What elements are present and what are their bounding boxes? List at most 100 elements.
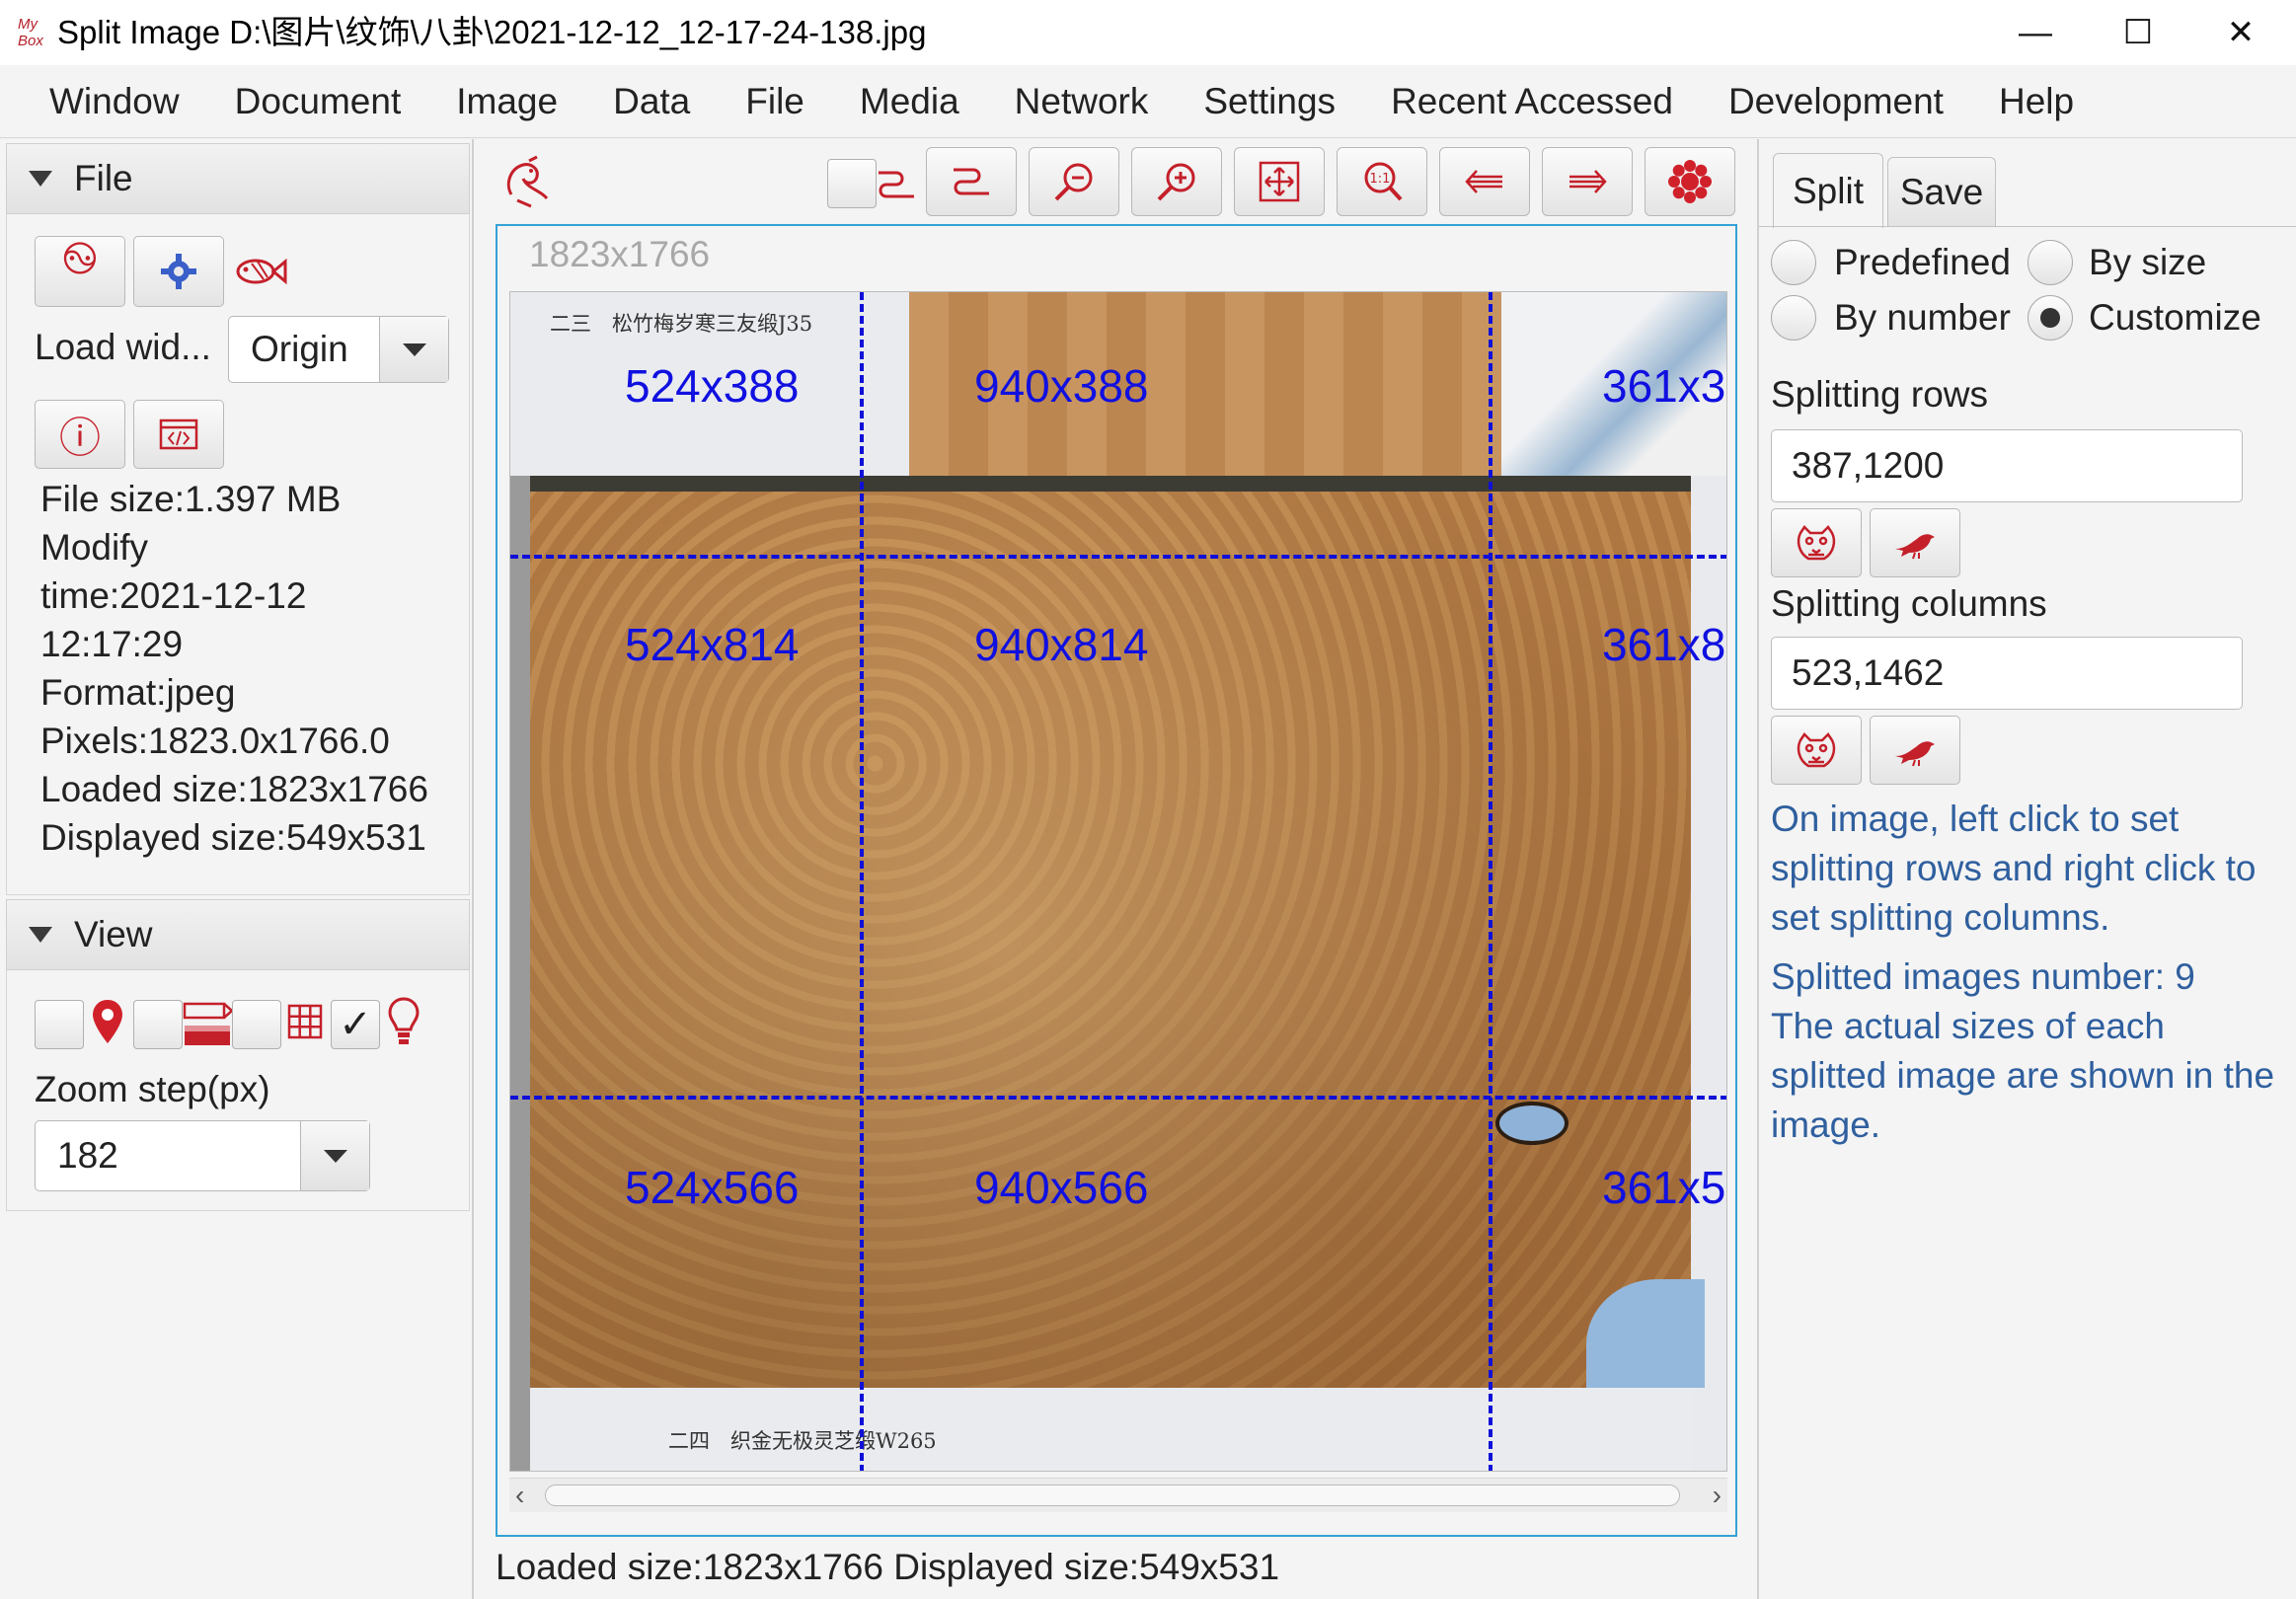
zoom-step-value: 182 bbox=[57, 1135, 118, 1176]
split-column-line bbox=[1489, 292, 1492, 1471]
image-canvas[interactable]: 二三 松竹梅岁寒三友缎J35 二四 织金无极灵芝缎W265 524x388 94… bbox=[509, 291, 1727, 1472]
tab-split[interactable]: Split bbox=[1773, 153, 1883, 228]
tab-divider bbox=[1759, 226, 2296, 227]
radio-by-size[interactable] bbox=[2028, 240, 2073, 285]
file-section-body: ࿊ Load wid... Origin ⓘ File size:1.397 M… bbox=[6, 214, 470, 895]
zoom-in-icon bbox=[1157, 163, 1195, 201]
view-section-title: View bbox=[74, 914, 153, 954]
location-pin-icon bbox=[90, 998, 129, 1051]
close-button[interactable]: ✕ bbox=[2189, 0, 2292, 65]
menu-recent-accessed[interactable]: Recent Accessed bbox=[1363, 65, 1701, 138]
menu-image[interactable]: Image bbox=[428, 65, 585, 138]
app-logo: My Box bbox=[18, 16, 43, 49]
arrow-left-icon bbox=[1465, 170, 1502, 193]
scroll-left-icon[interactable]: ‹ bbox=[515, 1479, 524, 1512]
menu-file[interactable]: File bbox=[718, 65, 832, 138]
center-pane: 1:1 1823x1766 二三 松竹梅岁寒三友缎J35 二四 织金无极灵芝缎W… bbox=[480, 139, 1753, 1599]
split-row-line bbox=[510, 1096, 1726, 1100]
code-window-icon bbox=[159, 419, 198, 450]
photo-left-edge bbox=[510, 476, 530, 1471]
tiger-face-icon bbox=[1797, 525, 1836, 561]
light-checkbox[interactable]: ✓ bbox=[331, 1000, 380, 1049]
grid-checkbox[interactable] bbox=[232, 1000, 281, 1049]
fit-window-button[interactable] bbox=[1234, 147, 1325, 216]
menu-window[interactable]: Window bbox=[22, 65, 207, 138]
menu-bar: Window Document Image Data File Media Ne… bbox=[0, 65, 2296, 138]
menu-media[interactable]: Media bbox=[832, 65, 987, 138]
view-section-body: ✓ Zoom step(px) 182 bbox=[6, 970, 470, 1211]
left-pane: File ࿊ Load wid... Origin ⓘ File size:1.… bbox=[0, 139, 474, 1599]
menu-flower-button[interactable] bbox=[1645, 147, 1735, 216]
list-options-button[interactable] bbox=[926, 147, 1017, 216]
displayed-size-text: Displayed size:549x531 bbox=[40, 817, 426, 858]
fish-icon[interactable] bbox=[230, 244, 289, 299]
menu-help[interactable]: Help bbox=[1971, 65, 2102, 138]
flower-icon bbox=[1668, 160, 1712, 203]
cell-size-label: 524x566 bbox=[625, 1162, 800, 1213]
radio-by-size-label[interactable]: By size bbox=[2089, 240, 2206, 285]
splitting-columns-input[interactable]: 523,1462 bbox=[1771, 637, 2243, 710]
photo-caption-top: 二三 松竹梅岁寒三友缎J35 bbox=[550, 312, 813, 336]
rows-apply-button[interactable] bbox=[1870, 508, 1960, 577]
swirl-icon-button[interactable]: ࿊ bbox=[35, 232, 125, 307]
photo-dark-band bbox=[530, 476, 1705, 492]
radio-customize-label[interactable]: Customize bbox=[2089, 295, 2261, 341]
split-result-text: Splitted images number: 9 The actual siz… bbox=[1771, 956, 2275, 1145]
phoenix-logo-icon bbox=[501, 155, 551, 210]
title-bar: My Box Split Image D:\图片\纹饰\八卦\2021-12-1… bbox=[0, 0, 2296, 65]
menu-settings[interactable]: Settings bbox=[1176, 65, 1363, 138]
tiger-face-icon bbox=[1797, 732, 1836, 768]
split-column-line bbox=[860, 292, 864, 1471]
splitting-rows-input[interactable]: 387,1200 bbox=[1771, 429, 2243, 502]
chevron-down-icon bbox=[379, 317, 448, 382]
modify-time-text: 12:17:29 bbox=[40, 624, 184, 664]
info-button[interactable]: ⓘ bbox=[35, 400, 125, 469]
original-size-button[interactable]: 1:1 bbox=[1337, 147, 1427, 216]
radio-by-number[interactable] bbox=[1771, 295, 1816, 341]
select-all-checkbox[interactable] bbox=[827, 159, 877, 208]
radio-customize[interactable] bbox=[2028, 295, 2073, 341]
bird-icon bbox=[1895, 741, 1935, 767]
zoom-in-button[interactable] bbox=[1131, 147, 1222, 216]
pick-color-checkbox[interactable] bbox=[35, 1000, 84, 1049]
photo-hole bbox=[1495, 1102, 1569, 1145]
scroll-right-icon[interactable]: › bbox=[1713, 1479, 1722, 1512]
pixels-text: Pixels:1823.0x1766.0 bbox=[40, 721, 390, 761]
menu-document[interactable]: Document bbox=[207, 65, 429, 138]
fit-arrows-icon bbox=[1259, 161, 1300, 202]
list-path-icon bbox=[954, 168, 989, 195]
cell-size-label: 524x388 bbox=[625, 360, 800, 412]
columns-clear-button[interactable] bbox=[1771, 716, 1862, 785]
split-row-line bbox=[510, 555, 1726, 559]
view-section-header[interactable]: View bbox=[6, 899, 470, 970]
scroll-thumb[interactable] bbox=[545, 1485, 1680, 1506]
radio-by-number-label[interactable]: By number bbox=[1834, 295, 2011, 341]
previous-button[interactable] bbox=[1439, 147, 1530, 216]
file-size-text: File size:1.397 MB bbox=[40, 479, 342, 519]
cell-size-label: 361x388 bbox=[1602, 360, 1726, 412]
columns-apply-button[interactable] bbox=[1870, 716, 1960, 785]
tab-save[interactable]: Save bbox=[1887, 157, 1996, 226]
radio-predefined-label[interactable]: Predefined bbox=[1834, 240, 2011, 285]
rows-clear-button[interactable] bbox=[1771, 508, 1862, 577]
html-view-button[interactable] bbox=[133, 400, 224, 469]
maximize-button[interactable]: ☐ bbox=[2087, 0, 2189, 65]
zoom-out-button[interactable] bbox=[1029, 147, 1119, 216]
settings-button[interactable] bbox=[133, 236, 224, 307]
radio-predefined[interactable] bbox=[1771, 240, 1816, 285]
horizontal-scrollbar[interactable]: ‹ › bbox=[509, 1478, 1727, 1512]
menu-data[interactable]: Data bbox=[585, 65, 718, 138]
window-title: Split Image D:\图片\纹饰\八卦\2021-12-12_12-17… bbox=[57, 14, 927, 50]
file-section-header[interactable]: File bbox=[6, 143, 470, 214]
zoom-step-select[interactable]: 182 bbox=[35, 1120, 370, 1191]
menu-development[interactable]: Development bbox=[1701, 65, 1971, 138]
select-list-icon bbox=[875, 163, 918, 206]
ruler-checkbox[interactable] bbox=[133, 1000, 183, 1049]
splitting-rows-label: Splitting rows bbox=[1771, 374, 1989, 415]
photo-caption-bottom: 二四 织金无极灵芝缎W265 bbox=[668, 1429, 937, 1453]
minimize-button[interactable]: — bbox=[1984, 0, 2087, 65]
next-button[interactable] bbox=[1542, 147, 1633, 216]
arrow-right-icon bbox=[1569, 170, 1607, 193]
load-width-select[interactable]: Origin bbox=[228, 316, 449, 383]
menu-network[interactable]: Network bbox=[987, 65, 1177, 138]
